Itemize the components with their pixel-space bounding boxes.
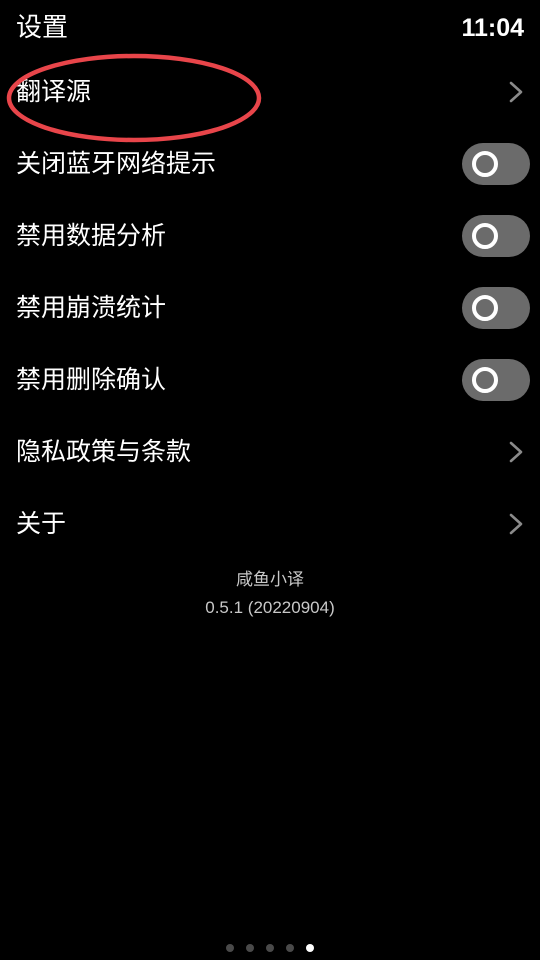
settings-item-label: 禁用崩溃统计 <box>16 293 167 322</box>
page-title: 设置 <box>16 13 69 43</box>
settings-item-label: 禁用删除确认 <box>16 365 167 394</box>
toggle-knob <box>472 367 498 393</box>
app-info: 咸鱼小译 0.5.1 (20220904) <box>0 566 540 622</box>
toggle-knob <box>472 295 498 321</box>
page-dot-active <box>306 944 314 952</box>
settings-item-label: 隐私政策与条款 <box>16 437 192 466</box>
settings-item-disable-crash-reports: 禁用崩溃统计 <box>0 272 540 344</box>
chevron-right-icon <box>509 81 523 103</box>
page-indicator <box>0 944 540 956</box>
app-name: 咸鱼小译 <box>236 570 304 589</box>
settings-list: 翻译源 关闭蓝牙网络提示 禁用数据分析 禁用崩溃统计 禁用删除确认 隐私政策与条… <box>0 56 540 560</box>
app-version: 0.5.1 (20220904) <box>205 598 335 617</box>
analytics-toggle[interactable] <box>462 215 530 257</box>
toggle-knob <box>472 223 498 249</box>
settings-item-label: 禁用数据分析 <box>16 221 167 250</box>
clock: 11:04 <box>461 14 524 42</box>
page-dot <box>266 944 274 952</box>
crash-reports-toggle[interactable] <box>462 287 530 329</box>
bluetooth-prompt-toggle[interactable] <box>462 143 530 185</box>
chevron-right-icon <box>509 441 523 463</box>
settings-item-label: 关于 <box>16 509 67 538</box>
page-dot <box>286 944 294 952</box>
top-bar: 设置 11:04 <box>0 0 540 56</box>
settings-item-label: 翻译源 <box>16 77 92 106</box>
toggle-knob <box>472 151 498 177</box>
page-dot <box>246 944 254 952</box>
settings-item-translation-source[interactable]: 翻译源 <box>0 56 540 128</box>
settings-item-about[interactable]: 关于 <box>0 488 540 560</box>
settings-item-disable-analytics: 禁用数据分析 <box>0 200 540 272</box>
chevron-right-icon <box>509 513 523 535</box>
settings-item-disable-delete-confirm: 禁用删除确认 <box>0 344 540 416</box>
delete-confirm-toggle[interactable] <box>462 359 530 401</box>
settings-item-label: 关闭蓝牙网络提示 <box>16 149 217 178</box>
settings-item-privacy-policy[interactable]: 隐私政策与条款 <box>0 416 540 488</box>
page-dot <box>226 944 234 952</box>
settings-item-disable-bluetooth-prompt: 关闭蓝牙网络提示 <box>0 128 540 200</box>
